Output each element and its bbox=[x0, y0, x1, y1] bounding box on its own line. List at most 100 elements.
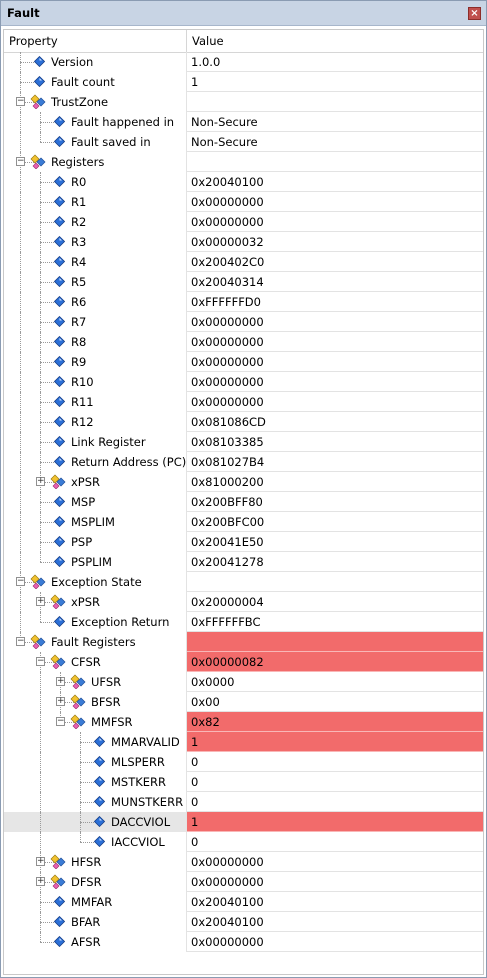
plus-box-icon[interactable]: + bbox=[36, 597, 45, 606]
property-cell[interactable]: R2 bbox=[4, 212, 187, 232]
header-value[interactable]: Value bbox=[187, 30, 483, 52]
value-cell[interactable]: 0xFFFFFFBC bbox=[187, 612, 483, 632]
value-cell[interactable]: 0 bbox=[187, 772, 483, 792]
value-cell[interactable] bbox=[187, 632, 483, 652]
table-row[interactable]: − Registers bbox=[4, 152, 483, 172]
value-cell[interactable]: 0 bbox=[187, 792, 483, 812]
plus-box-icon[interactable]: + bbox=[36, 857, 45, 866]
property-cell[interactable]: R11 bbox=[4, 392, 187, 412]
value-cell[interactable]: 0x00000000 bbox=[187, 872, 483, 892]
property-cell[interactable]: R9 bbox=[4, 352, 187, 372]
close-icon[interactable]: × bbox=[468, 7, 481, 20]
property-cell[interactable]: R7 bbox=[4, 312, 187, 332]
property-cell[interactable]: MSTKERR bbox=[4, 772, 187, 792]
table-row[interactable]: R4 0x200402C0 bbox=[4, 252, 483, 272]
table-row[interactable]: Version 1.0.0 bbox=[4, 52, 483, 72]
table-row[interactable]: R6 0xFFFFFFD0 bbox=[4, 292, 483, 312]
property-cell[interactable]: + BFSR bbox=[4, 692, 187, 712]
value-cell[interactable]: 1.0.0 bbox=[187, 52, 483, 72]
table-row[interactable]: + HFSR 0x00000000 bbox=[4, 852, 483, 872]
value-cell[interactable]: 0x00000000 bbox=[187, 312, 483, 332]
property-cell[interactable]: + xPSR bbox=[4, 472, 187, 492]
table-row[interactable]: R11 0x00000000 bbox=[4, 392, 483, 412]
table-row[interactable]: AFSR 0x00000000 bbox=[4, 932, 483, 952]
value-cell[interactable]: 0 bbox=[187, 832, 483, 852]
table-row[interactable]: MSP 0x200BFF80 bbox=[4, 492, 483, 512]
table-row[interactable]: MSTKERR 0 bbox=[4, 772, 483, 792]
value-cell[interactable]: 0x00000000 bbox=[187, 852, 483, 872]
value-cell[interactable]: 0x81000200 bbox=[187, 472, 483, 492]
property-cell[interactable]: Fault saved in bbox=[4, 132, 187, 152]
value-cell[interactable]: 0x200BFC00 bbox=[187, 512, 483, 532]
property-cell[interactable]: − CFSR bbox=[4, 652, 187, 672]
value-cell[interactable]: 0x00 bbox=[187, 692, 483, 712]
value-cell[interactable]: Non-Secure bbox=[187, 132, 483, 152]
table-row[interactable]: R2 0x00000000 bbox=[4, 212, 483, 232]
property-cell[interactable]: R8 bbox=[4, 332, 187, 352]
table-row[interactable]: PSPLIM 0x20041278 bbox=[4, 552, 483, 572]
header-property[interactable]: Property bbox=[4, 30, 187, 52]
value-cell[interactable]: 1 bbox=[187, 812, 483, 832]
property-cell[interactable]: Fault happened in bbox=[4, 112, 187, 132]
table-row[interactable]: R10 0x00000000 bbox=[4, 372, 483, 392]
plus-box-icon[interactable]: + bbox=[56, 697, 65, 706]
table-row[interactable]: Link Register 0x08103385 bbox=[4, 432, 483, 452]
table-row[interactable]: − TrustZone bbox=[4, 92, 483, 112]
value-cell[interactable]: 0x20000004 bbox=[187, 592, 483, 612]
table-row[interactable]: Fault count 1 bbox=[4, 72, 483, 92]
minus-box-icon[interactable]: − bbox=[36, 657, 45, 666]
table-row[interactable]: R12 0x081086CD bbox=[4, 412, 483, 432]
property-cell[interactable]: + HFSR bbox=[4, 852, 187, 872]
table-row[interactable]: Fault saved in Non-Secure bbox=[4, 132, 483, 152]
property-cell[interactable]: BFAR bbox=[4, 912, 187, 932]
property-cell[interactable]: Link Register bbox=[4, 432, 187, 452]
table-row[interactable]: R9 0x00000000 bbox=[4, 352, 483, 372]
value-cell[interactable]: 0x200402C0 bbox=[187, 252, 483, 272]
table-row[interactable]: + UFSR 0x0000 bbox=[4, 672, 483, 692]
property-cell[interactable]: + DFSR bbox=[4, 872, 187, 892]
table-row[interactable]: − MMFSR 0x82 bbox=[4, 712, 483, 732]
value-cell[interactable]: 0 bbox=[187, 752, 483, 772]
property-cell[interactable]: Return Address (PC) bbox=[4, 452, 187, 472]
value-cell[interactable]: 0x081027B4 bbox=[187, 452, 483, 472]
value-cell[interactable]: 0x08103385 bbox=[187, 432, 483, 452]
value-cell[interactable]: 0x20040314 bbox=[187, 272, 483, 292]
value-cell[interactable]: 0x00000082 bbox=[187, 652, 483, 672]
value-cell[interactable]: Non-Secure bbox=[187, 112, 483, 132]
table-row[interactable]: R5 0x20040314 bbox=[4, 272, 483, 292]
property-cell[interactable]: IACCVIOL bbox=[4, 832, 187, 852]
value-cell[interactable]: 1 bbox=[187, 72, 483, 92]
property-cell[interactable]: R12 bbox=[4, 412, 187, 432]
value-cell[interactable]: 0x20041278 bbox=[187, 552, 483, 572]
table-row[interactable]: MLSPERR 0 bbox=[4, 752, 483, 772]
table-row[interactable]: Fault happened in Non-Secure bbox=[4, 112, 483, 132]
table-row[interactable]: R3 0x00000032 bbox=[4, 232, 483, 252]
value-cell[interactable]: 0x00000000 bbox=[187, 352, 483, 372]
table-row[interactable]: R7 0x00000000 bbox=[4, 312, 483, 332]
table-row[interactable]: MMFAR 0x20040100 bbox=[4, 892, 483, 912]
minus-box-icon[interactable]: − bbox=[16, 157, 25, 166]
property-cell[interactable]: MSPLIM bbox=[4, 512, 187, 532]
table-row[interactable]: R0 0x20040100 bbox=[4, 172, 483, 192]
table-row[interactable]: MSPLIM 0x200BFC00 bbox=[4, 512, 483, 532]
value-cell[interactable]: 0x00000000 bbox=[187, 932, 483, 952]
property-cell[interactable]: R3 bbox=[4, 232, 187, 252]
value-cell[interactable]: 0x20040100 bbox=[187, 912, 483, 932]
table-row[interactable]: BFAR 0x20040100 bbox=[4, 912, 483, 932]
plus-box-icon[interactable]: + bbox=[36, 477, 45, 486]
property-cell[interactable]: − MMFSR bbox=[4, 712, 187, 732]
table-row[interactable]: R1 0x00000000 bbox=[4, 192, 483, 212]
property-cell[interactable]: AFSR bbox=[4, 932, 187, 952]
property-cell[interactable]: + xPSR bbox=[4, 592, 187, 612]
property-cell[interactable]: − TrustZone bbox=[4, 92, 187, 112]
property-cell[interactable]: MMFAR bbox=[4, 892, 187, 912]
minus-box-icon[interactable]: − bbox=[16, 637, 25, 646]
table-row[interactable]: + DFSR 0x00000000 bbox=[4, 872, 483, 892]
table-row[interactable]: DACCVIOL 1 bbox=[4, 812, 483, 832]
value-cell[interactable]: 0x00000000 bbox=[187, 372, 483, 392]
property-cell[interactable]: R6 bbox=[4, 292, 187, 312]
value-cell[interactable] bbox=[187, 152, 483, 172]
value-cell[interactable]: 0x00000000 bbox=[187, 192, 483, 212]
table-row[interactable]: + xPSR 0x81000200 bbox=[4, 472, 483, 492]
value-cell[interactable] bbox=[187, 572, 483, 592]
